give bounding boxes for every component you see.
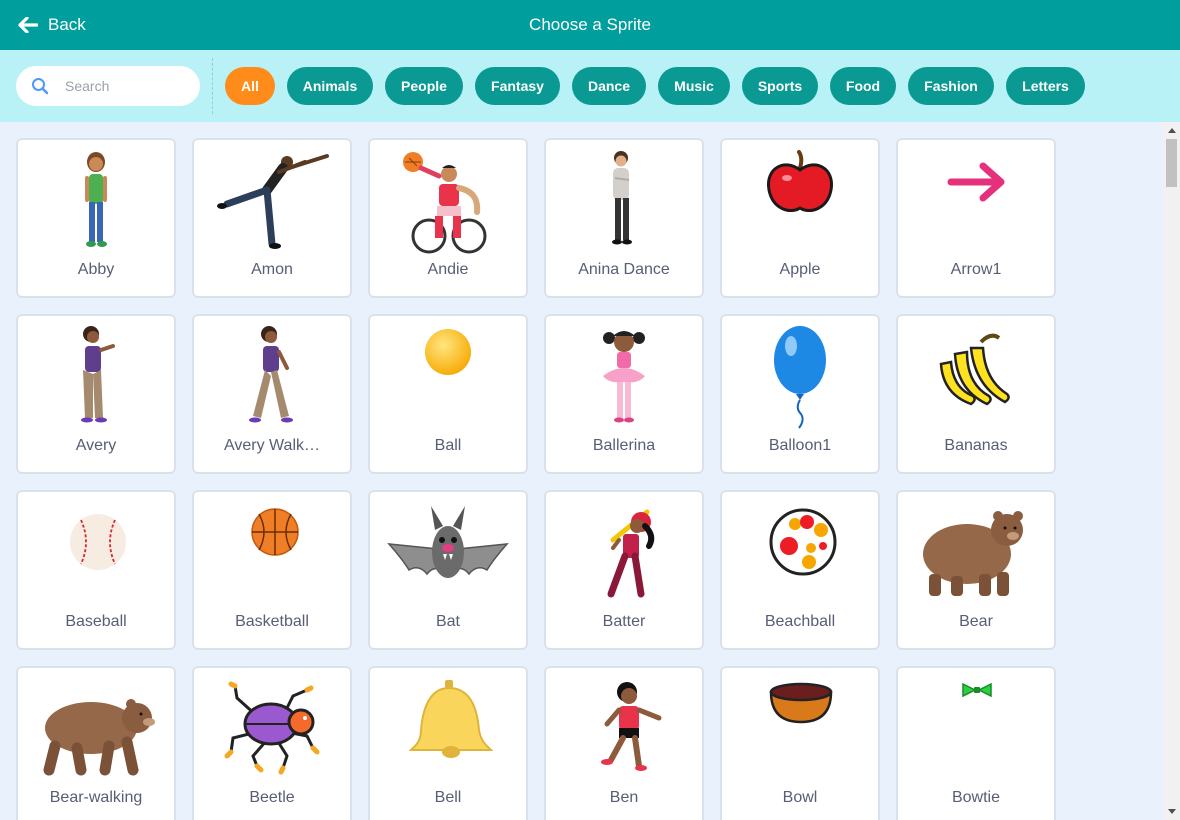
abby-icon [85,152,107,247]
sprite-card-batter[interactable]: Batter [544,490,704,650]
sprite-name: Ballerina [592,437,656,454]
sprite-card-bananas[interactable]: Bananas [896,314,1056,474]
scrollbar-thumb[interactable] [1166,139,1177,187]
sprite-card-andie[interactable]: Andie [368,138,528,298]
bat-icon [387,506,509,578]
sprite-name: Abby [77,261,115,278]
sprite-card-amon[interactable]: Amon [192,138,352,298]
sprite-name: Apple [779,261,821,278]
sprite-card-arrow1[interactable]: Arrow1 [896,138,1056,298]
modal-header: Back Choose a Sprite [0,0,1180,50]
sprite-card-abby[interactable]: Abby [16,138,176,298]
bear-icon [923,511,1023,596]
sprite-card-balloon1[interactable]: Balloon1 [720,314,880,474]
sprite-name: Ben [609,789,639,806]
sprite-name: Bowtie [951,789,1001,806]
sprite-name: Bananas [944,437,1008,454]
search-icon [32,78,49,95]
search-box[interactable] [16,66,200,106]
sprite-card-bowtie[interactable]: Bowtie [896,666,1056,820]
filter-food[interactable]: Food [830,67,896,105]
sprite-card-ball[interactable]: Ball [368,314,528,474]
sprite-name: Bear-walking [49,789,143,806]
page-title: Choose a Sprite [529,15,651,34]
search-input[interactable] [65,78,185,94]
sprite-name: Arrow1 [950,261,1002,278]
batter-icon [607,509,655,598]
basketball-icon [251,508,299,556]
sprite-card-beachball[interactable]: Beachball [720,490,880,650]
sprite-name: Beetle [249,789,295,806]
filter-all[interactable]: All [225,67,275,105]
sprite-card-apple[interactable]: Apple [720,138,880,298]
amon-icon [217,154,329,249]
anina-dance-icon [612,151,632,245]
bowtie-icon [962,682,992,698]
beachball-icon [769,508,837,576]
sprite-name: Basketball [235,613,309,630]
sprite-card-bear-walking[interactable]: Bear-walking [16,666,176,820]
bananas-icon [939,333,1010,406]
avery-walking-icon [249,326,293,423]
bear-walking-icon [43,699,155,776]
filter-fantasy[interactable]: Fantasy [475,67,560,105]
sprite-card-bear[interactable]: Bear [896,490,1056,650]
filter-fashion[interactable]: Fashion [908,67,994,105]
sprite-name: Avery [75,437,117,454]
sprite-name: Avery Walk… [223,437,320,454]
sprite-name: Amon [251,261,293,278]
baseball-icon [70,514,126,570]
balloon-icon [774,326,826,429]
sprite-card-bowl[interactable]: Bowl [720,666,880,820]
andie-icon [403,152,487,254]
ben-icon [601,682,662,771]
sprite-card-ben[interactable]: Ben [544,666,704,820]
sprite-card-beetle[interactable]: Beetle [192,666,352,820]
sprite-name: Batter [602,613,646,630]
sprite-card-avery[interactable]: Avery [16,314,176,474]
sprite-card-avery-walking[interactable]: Avery Walk… [192,314,352,474]
sprite-name: Anina Dance [578,261,670,278]
sprite-name: Balloon1 [768,437,832,454]
sprite-card-baseball[interactable]: Baseball [16,490,176,650]
scroll-up-icon[interactable] [1168,128,1176,133]
arrow-icon [947,162,1005,202]
filter-letters[interactable]: Letters [1006,67,1085,105]
filter-divider [212,58,213,114]
sprite-name: Bell [434,789,462,806]
sprite-card-basketball[interactable]: Basketball [192,490,352,650]
sprite-card-anina-dance[interactable]: Anina Dance [544,138,704,298]
filter-music[interactable]: Music [658,67,730,105]
apple-icon [767,150,833,213]
sprite-card-ballerina[interactable]: Ballerina [544,314,704,474]
sprite-grid: Abby Amon Andie Anina Dance Apple Arrow1… [0,122,1165,820]
sprite-name: Andie [427,261,469,278]
sprite-card-bat[interactable]: Bat [368,490,528,650]
sprite-name: Baseball [65,613,127,630]
sprite-card-bell[interactable]: Bell [368,666,528,820]
ballerina-icon [603,331,645,423]
sprite-name: Ball [434,437,462,454]
scrollbar[interactable] [1163,122,1180,820]
filter-sports[interactable]: Sports [742,67,818,105]
sprite-name: Bear [959,613,993,630]
filter-dance[interactable]: Dance [572,67,646,105]
filter-people[interactable]: People [385,67,463,105]
sprite-name: Beachball [764,613,836,630]
sprite-name: Bat [435,613,460,630]
beetle-icon [224,681,320,775]
ball-icon [425,329,471,375]
filter-animals[interactable]: Animals [287,67,373,105]
scroll-down-icon[interactable] [1168,809,1176,814]
bell-icon [408,680,494,758]
bowl-icon [769,682,833,724]
avery-icon [81,326,115,423]
sprite-name: Bowl [782,789,818,806]
filter-bar: All Animals People Fantasy Dance Music S… [0,50,1180,122]
